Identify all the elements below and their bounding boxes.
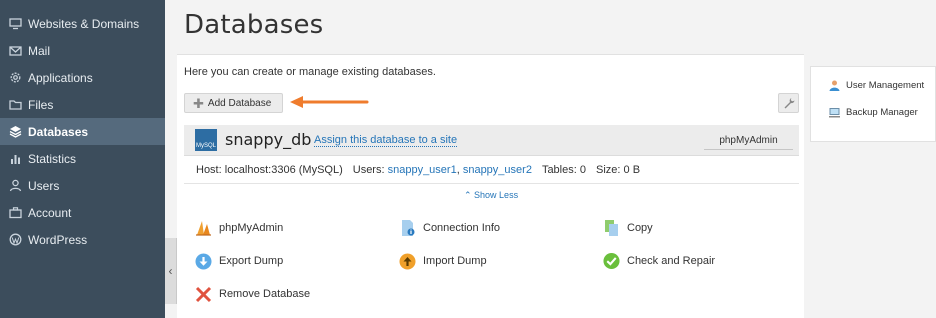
- host-label: Host:: [196, 164, 222, 176]
- add-database-label: Add Database: [207, 97, 272, 109]
- sidebar-item-label: Mail: [28, 43, 51, 58]
- sidebar-item-label: Files: [28, 97, 54, 112]
- tool-phpmyadmin[interactable]: phpMyAdmin: [195, 219, 283, 237]
- sidebar-collapse-toggle[interactable]: ‹: [165, 238, 177, 304]
- sidebar-item-label: Applications: [28, 70, 93, 85]
- tool-connection-info[interactable]: Connection Info: [399, 219, 500, 237]
- user-link-2[interactable]: snappy_user2: [463, 164, 532, 176]
- backup-manager-icon: [829, 107, 840, 118]
- sidebar-item-label: WordPress: [28, 232, 88, 247]
- chevron-left-icon: ‹: [168, 264, 173, 278]
- mysql-logo-icon: MySQL: [195, 129, 217, 151]
- mail-icon: [9, 44, 22, 57]
- add-database-button[interactable]: ✚ Add Database: [184, 93, 283, 113]
- sidebar-item-label: Statistics: [28, 151, 77, 166]
- size-label: Size:: [595, 164, 621, 176]
- annotation-arrow-icon: [290, 96, 369, 108]
- sidebar-item-label: Account: [28, 205, 72, 220]
- export-dump-icon: [195, 252, 212, 270]
- sidebar-item-account[interactable]: Account: [0, 199, 165, 226]
- right-panel: User Management Backup Manager: [810, 66, 936, 142]
- sidebar-item-websites-domains[interactable]: Websites & Domains: [0, 10, 165, 37]
- connection-info-icon: [399, 219, 416, 237]
- user-management-link[interactable]: User Management: [829, 80, 924, 91]
- tables-label: Tables:: [541, 164, 577, 176]
- sidebar-item-files[interactable]: Files: [0, 91, 165, 118]
- show-less-link[interactable]: ⌃ Show Less: [464, 190, 518, 201]
- database-info: Host: localhost:3306 (MySQL) Users: snap…: [184, 157, 799, 184]
- sidebar-item-label: Websites & Domains: [28, 16, 140, 31]
- check-circle-icon: [603, 252, 620, 270]
- folder-icon: [9, 98, 22, 111]
- size-value: 0 B: [623, 164, 641, 176]
- sidebar-item-wordpress[interactable]: WordPress: [0, 226, 165, 253]
- remove-x-icon: [195, 285, 212, 303]
- copy-icon: [603, 219, 620, 237]
- tool-import-dump[interactable]: Import Dump: [399, 252, 487, 270]
- page-intro: Here you can create or manage existing d…: [184, 66, 436, 78]
- phpmyadmin-icon: [195, 219, 212, 237]
- wrench-icon: [784, 98, 794, 109]
- sidebar-item-label: Databases: [28, 124, 89, 139]
- phpmyadmin-button[interactable]: phpMyAdmin: [704, 133, 793, 150]
- sidebar-item-label: Users: [28, 178, 60, 193]
- plus-icon: ✚: [193, 95, 204, 111]
- briefcase-icon: [9, 206, 22, 219]
- settings-button[interactable]: [778, 93, 799, 113]
- page-title: Databases: [184, 10, 324, 40]
- sidebar-item-applications[interactable]: Applications: [0, 64, 165, 91]
- tool-export-dump[interactable]: Export Dump: [195, 252, 283, 270]
- sidebar-item-databases[interactable]: Databases: [0, 118, 165, 145]
- monitor-icon: [9, 17, 22, 30]
- tables-value: 0: [579, 164, 586, 176]
- user-link-1[interactable]: snappy_user1: [388, 164, 457, 176]
- gear-icon: [9, 71, 22, 84]
- bar-chart-icon: [9, 152, 22, 165]
- assign-database-link[interactable]: Assign this database to a site: [314, 134, 458, 147]
- tool-check-and-repair[interactable]: Check and Repair: [603, 252, 715, 270]
- database-header: MySQL snappy_db Assign this database to …: [184, 125, 799, 156]
- wordpress-icon: [9, 233, 22, 246]
- tool-remove-database[interactable]: Remove Database: [195, 285, 310, 303]
- layers-icon: [9, 125, 22, 138]
- sidebar-item-mail[interactable]: Mail: [0, 37, 165, 64]
- sidebar: Websites & Domains Mail Applications Fil…: [0, 0, 165, 318]
- host-value: localhost:3306 (MySQL): [224, 164, 343, 176]
- database-name: snappy_db: [225, 130, 312, 149]
- sidebar-item-statistics[interactable]: Statistics: [0, 145, 165, 172]
- tool-copy[interactable]: Copy: [603, 219, 653, 237]
- user-icon: [9, 179, 22, 192]
- backup-manager-link[interactable]: Backup Manager: [829, 107, 918, 118]
- users-label: Users:: [352, 164, 385, 176]
- sidebar-item-users[interactable]: Users: [0, 172, 165, 199]
- import-dump-icon: [399, 252, 416, 270]
- user-management-icon: [829, 80, 840, 91]
